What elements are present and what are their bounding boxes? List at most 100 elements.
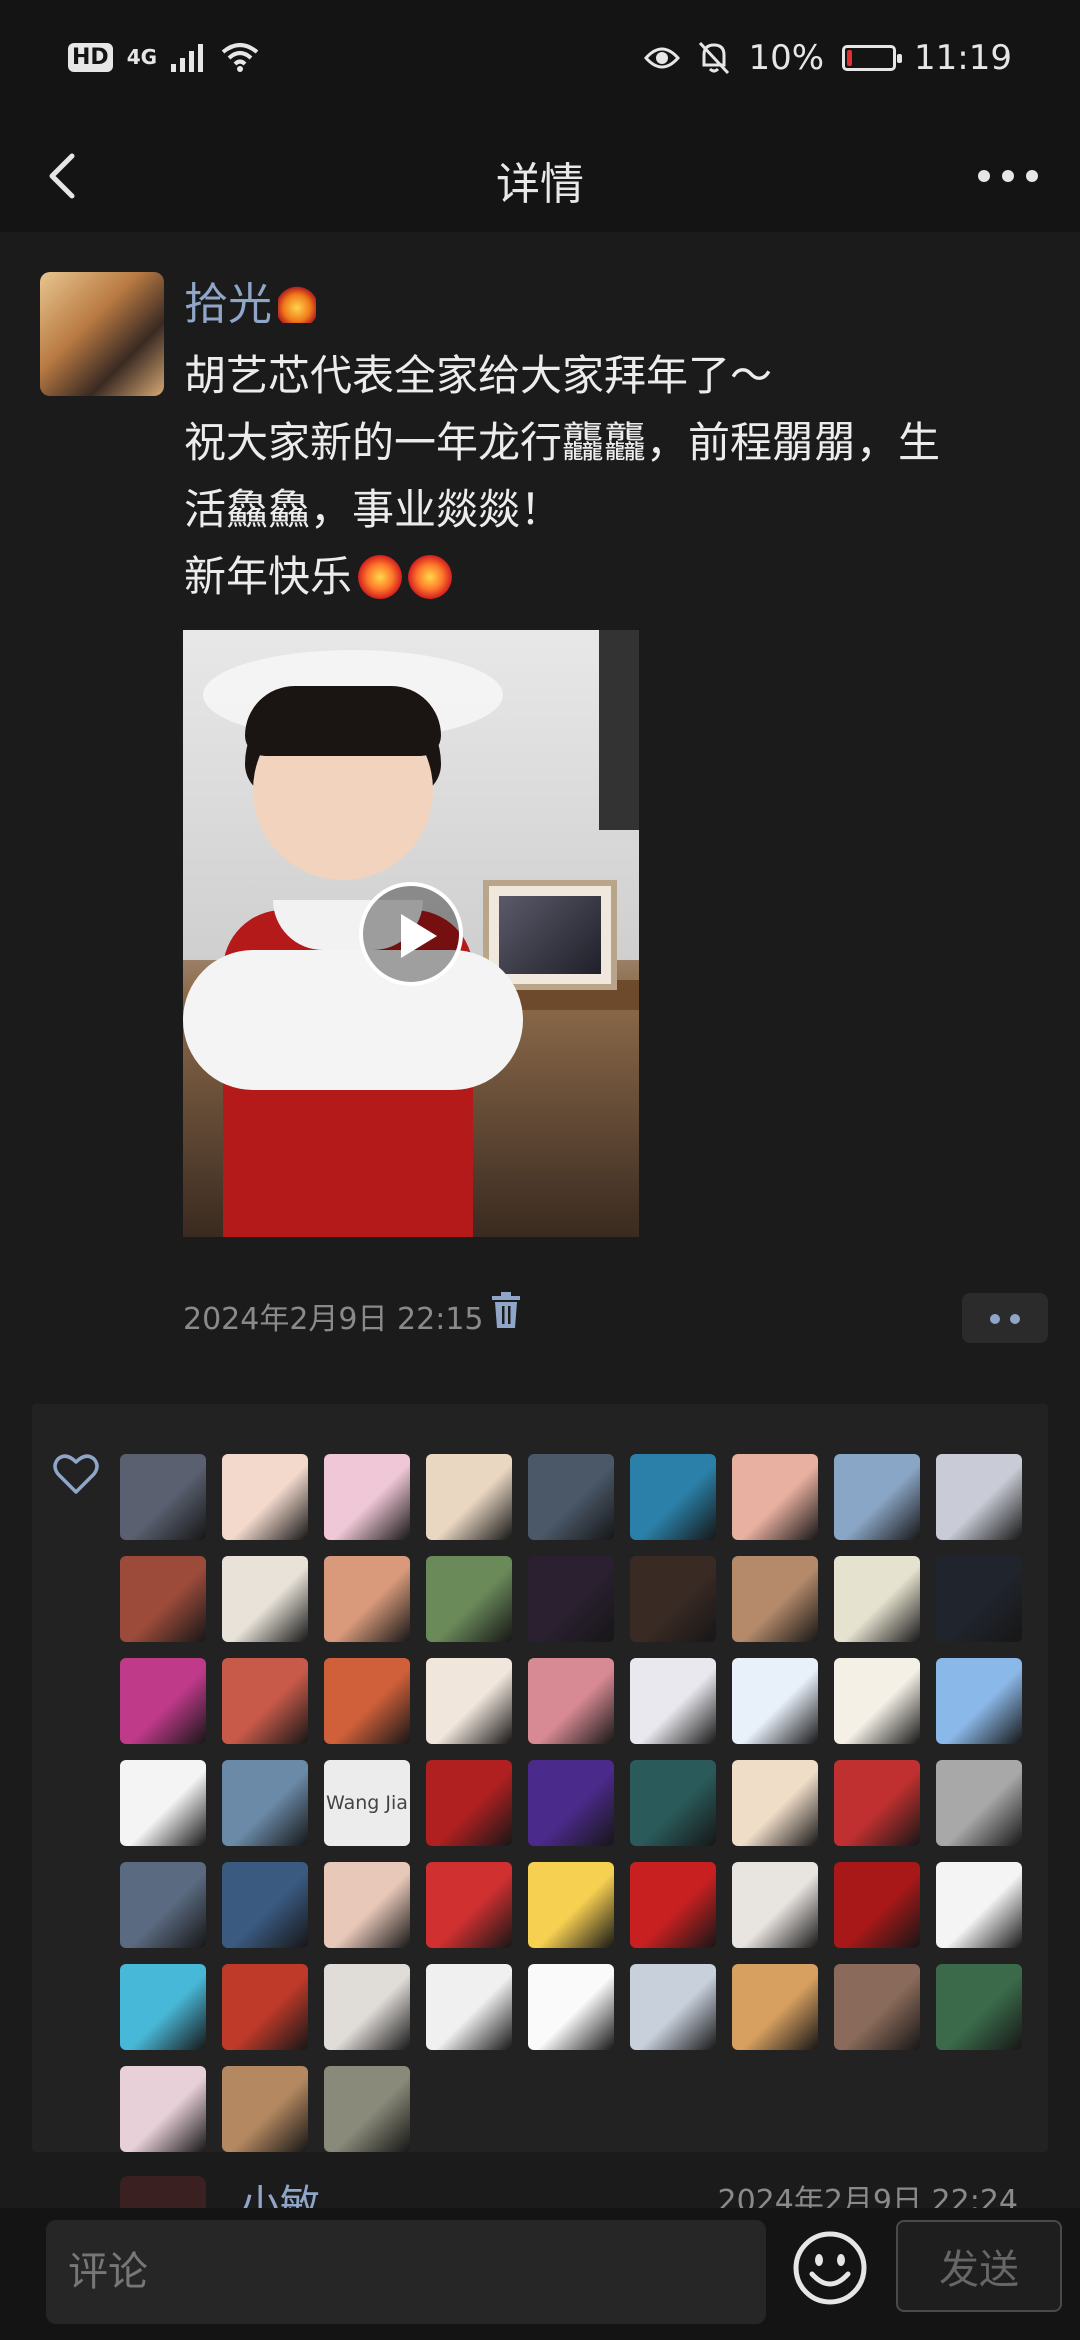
liker-avatar[interactable] <box>630 1964 716 2050</box>
liker-avatar[interactable] <box>324 1658 410 1744</box>
like-comment-button[interactable] <box>962 1293 1048 1343</box>
liker-avatar[interactable] <box>834 1862 920 1948</box>
liker-avatar[interactable] <box>528 1964 614 2050</box>
wifi-icon <box>221 43 259 72</box>
trash-icon[interactable] <box>490 1292 522 1328</box>
liker-avatar[interactable] <box>324 1454 410 1540</box>
network-type: 4G <box>126 45 158 69</box>
liker-avatar[interactable] <box>936 1760 1022 1846</box>
comment-preview[interactable]: 小敏 2024年2月9日 22:24 <box>32 2152 1048 2208</box>
more-icon[interactable] <box>968 144 1048 208</box>
liker-avatar[interactable] <box>120 1454 206 1540</box>
liker-avatar[interactable] <box>834 1658 920 1744</box>
clock: 11:19 <box>914 38 1012 78</box>
battery-level <box>847 50 852 66</box>
liker-avatar[interactable] <box>324 1556 410 1642</box>
comment-input[interactable] <box>46 2220 766 2324</box>
liker-avatar[interactable] <box>426 1658 512 1744</box>
liker-avatar[interactable] <box>426 1964 512 2050</box>
liker-avatar[interactable] <box>936 1862 1022 1948</box>
liker-avatar[interactable] <box>528 1556 614 1642</box>
post-line: 胡艺芯代表全家给大家拜年了～ <box>184 351 773 400</box>
post-line: 新年快乐 <box>184 552 353 601</box>
author-name-text: 拾光 <box>184 279 272 330</box>
commenter-name[interactable]: 小敏 <box>240 2172 320 2208</box>
comment-bar: 发送 <box>0 2208 1080 2340</box>
video-scene-bangs <box>245 686 441 756</box>
liker-avatar[interactable] <box>630 1556 716 1642</box>
liker-avatar[interactable] <box>528 1862 614 1948</box>
liker-avatar[interactable] <box>222 1964 308 2050</box>
likes-panel: Wang Jia <box>32 1404 1048 2152</box>
liker-avatar[interactable] <box>834 1556 920 1642</box>
liker-avatar[interactable] <box>630 1658 716 1744</box>
liker-avatar[interactable] <box>834 1760 920 1846</box>
liker-avatar[interactable] <box>732 1556 818 1642</box>
liker-avatar[interactable] <box>222 1454 308 1540</box>
liker-avatar[interactable] <box>426 1454 512 1540</box>
liker-avatar[interactable] <box>222 1760 308 1846</box>
mute-icon <box>699 41 730 75</box>
liker-avatar[interactable] <box>222 1556 308 1642</box>
post-line: 活鱻鱻，事业燚燚！ <box>184 485 563 534</box>
status-bar: HD 4G 10% 11:19 <box>0 0 1080 120</box>
liker-avatar[interactable] <box>936 1454 1022 1540</box>
liker-avatar[interactable] <box>222 1658 308 1744</box>
emoji-icon[interactable] <box>792 2230 868 2306</box>
author-avatar[interactable] <box>40 272 164 396</box>
firework-emoji-icon <box>358 555 403 599</box>
liker-avatar[interactable] <box>630 1862 716 1948</box>
author-name[interactable]: 拾光 <box>184 268 316 332</box>
liker-avatar[interactable]: Wang Jia <box>324 1760 410 1846</box>
liker-avatar[interactable] <box>222 2066 308 2152</box>
liker-avatar[interactable] <box>426 1760 512 1846</box>
liker-avatar[interactable] <box>120 1556 206 1642</box>
liker-avatar[interactable] <box>426 1556 512 1642</box>
comment-time: 2024年2月9日 22:24 <box>717 2184 1018 2208</box>
liker-avatar[interactable] <box>528 1454 614 1540</box>
post-line: 祝大家新的一年龙行龘龘，前程朤朤，生 <box>184 418 941 467</box>
liker-avatar[interactable] <box>324 2066 410 2152</box>
video-thumbnail[interactable] <box>183 630 639 1237</box>
send-button[interactable]: 发送 <box>896 2220 1062 2312</box>
liker-avatar[interactable] <box>936 1658 1022 1744</box>
liker-avatar[interactable] <box>834 1964 920 2050</box>
liker-avatar[interactable] <box>120 1964 206 2050</box>
page-title: 详情 <box>496 159 584 210</box>
post-line-last: 新年快乐 <box>184 543 1044 610</box>
liker-avatar[interactable] <box>120 1658 206 1744</box>
liker-avatar[interactable] <box>936 1556 1022 1642</box>
status-right: 10% 11:19 <box>644 38 1012 78</box>
moment-detail: 拾光 胡艺芯代表全家给大家拜年了～ 祝大家新的一年龙行龘龘，前程朤朤，生 活鱻鱻… <box>0 232 1080 2208</box>
liker-avatar[interactable] <box>630 1454 716 1540</box>
liker-avatar[interactable] <box>528 1658 614 1744</box>
play-icon[interactable] <box>359 882 463 986</box>
battery-icon <box>842 45 903 71</box>
video-scene-sleeves <box>183 950 523 1090</box>
liker-avatar[interactable] <box>732 1964 818 2050</box>
battery-percent: 10% <box>748 38 825 78</box>
liker-avatar[interactable] <box>222 1862 308 1948</box>
liker-avatar[interactable] <box>732 1760 818 1846</box>
video-scene-photo <box>499 896 601 974</box>
liker-avatar[interactable] <box>426 1862 512 1948</box>
liker-avatar[interactable] <box>936 1964 1022 2050</box>
liker-avatar[interactable] <box>120 1760 206 1846</box>
post-timestamp: 2024年2月9日 22:15 <box>183 1302 484 1337</box>
liker-avatar[interactable] <box>834 1454 920 1540</box>
liker-avatar[interactable] <box>732 1862 818 1948</box>
hd-badge: HD <box>68 42 113 72</box>
liker-avatar[interactable] <box>732 1454 818 1540</box>
liker-avatar[interactable] <box>324 1862 410 1948</box>
liker-avatar[interactable] <box>120 2066 206 2152</box>
liker-avatar[interactable] <box>630 1760 716 1846</box>
dot <box>990 1314 1000 1324</box>
commenter-avatar[interactable] <box>120 2176 206 2208</box>
liker-avatar[interactable] <box>120 1862 206 1948</box>
signal-icon <box>171 44 204 72</box>
liker-avatar[interactable] <box>324 1964 410 2050</box>
liker-avatar[interactable] <box>732 1658 818 1744</box>
eye-icon <box>644 47 681 69</box>
firework-emoji-icon <box>408 555 453 599</box>
liker-avatar[interactable] <box>528 1760 614 1846</box>
